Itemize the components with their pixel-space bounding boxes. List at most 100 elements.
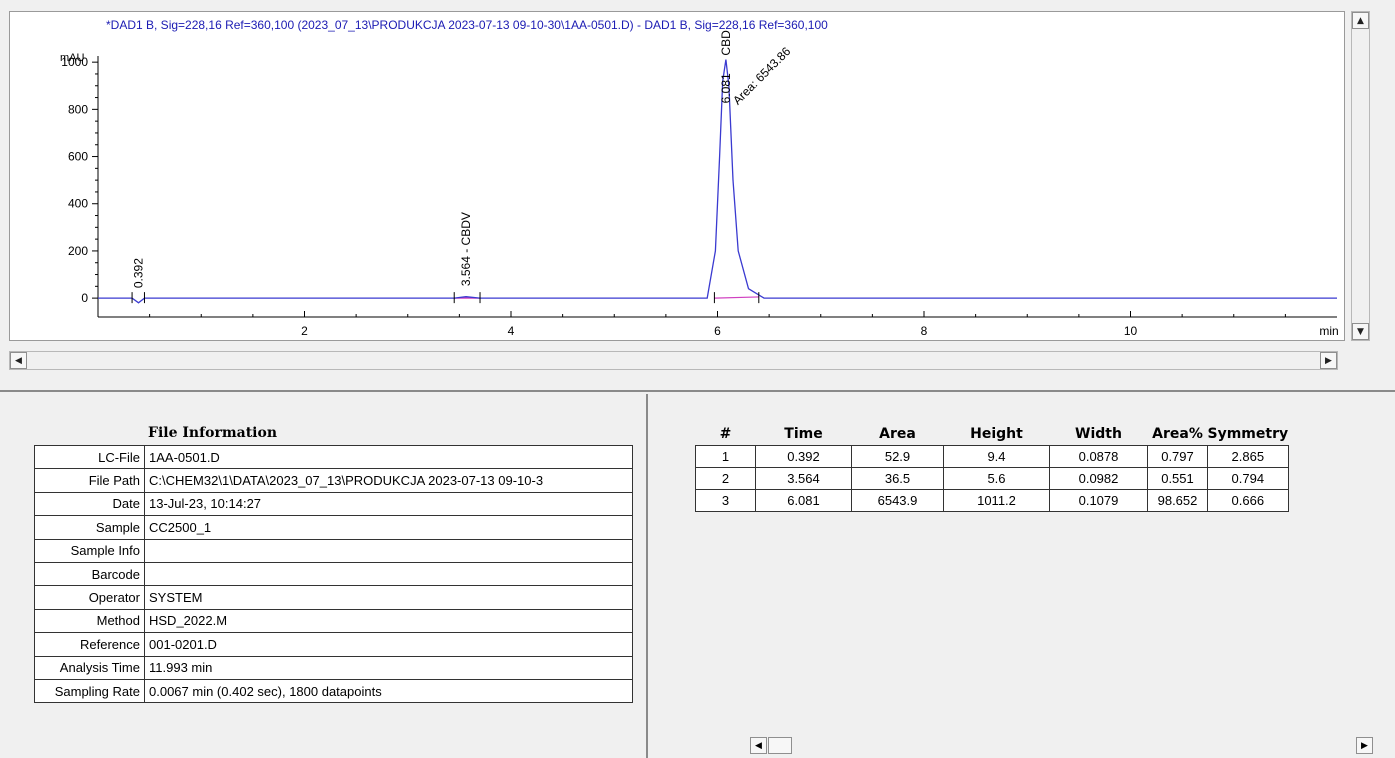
peak-cell: 3.564 (755, 466, 852, 490)
peak-table-panel: # Time Area Height Width Area% Symmetry 1 0.392… (650, 394, 1395, 758)
scroll-down-button[interactable]: ▼ (1352, 323, 1369, 340)
file-info-row: Analysis Time 11.993 min (34, 655, 633, 680)
file-info-value: 11.993 min (144, 655, 633, 680)
peak-column-header: Area% (1152, 426, 1203, 443)
file-info-key: Sample (34, 515, 145, 540)
peak-cell: 6.081 (755, 488, 852, 512)
file-info-value: 13-Jul-23, 10:14:27 (144, 491, 633, 517)
peak-cell: 9.4 (943, 444, 1050, 468)
file-info-value: CC2500_1 (144, 515, 633, 540)
peak-row[interactable]: 3 6.081 6543.9 1011.2 0.1079 98.652 0.666 (695, 488, 1289, 512)
peak-cell: 36.5 (851, 466, 944, 490)
peak-cell: 0.0878 (1049, 444, 1148, 468)
file-info-key: File Path (34, 468, 145, 493)
file-info-row: File Path C:\CHEM32\1\DATA\2023_07_13\PRO… (34, 468, 633, 493)
peak-column-header: Time (784, 426, 823, 443)
peak-cell: 3 (695, 488, 756, 512)
file-info-key: Analysis Time (34, 655, 145, 680)
file-info-row: Operator SYSTEM (34, 585, 633, 610)
table-scroll-thumb[interactable] (768, 737, 792, 754)
arrow-left-icon: ◀ (15, 355, 22, 366)
file-info-key: Sampling Rate (34, 678, 145, 704)
y-tick-label: 600 (68, 150, 88, 164)
file-information-panel: File Information LC-File 1AA-0501.D File P… (0, 394, 648, 758)
y-tick-label: 800 (68, 102, 88, 116)
arrow-left-icon: ◀ (755, 740, 762, 751)
file-info-title: File Information (148, 425, 278, 441)
x-tick-label: 2 (301, 324, 308, 338)
peak-column-header: # (719, 426, 732, 443)
arrow-up-icon: ▲ (1357, 15, 1364, 26)
x-tick-label: 8 (921, 324, 928, 338)
file-info-value (144, 538, 633, 563)
peak-column-header: Height (970, 426, 1023, 443)
peak-column-header: Symmetry (1207, 426, 1289, 443)
peak-cell: 0.392 (755, 444, 852, 468)
y-tick-label: 0 (81, 291, 88, 305)
signal-line (98, 59, 1337, 304)
vertical-scrollbar[interactable]: ▲ ▼ (1351, 11, 1370, 341)
scroll-up-button[interactable]: ▲ (1352, 12, 1369, 29)
file-info-value: 001-0201.D (144, 632, 633, 657)
file-info-value (144, 561, 633, 587)
x-axis-unit: min (1319, 324, 1338, 338)
x-tick-label: 10 (1124, 324, 1138, 338)
file-info-key: Operator (34, 585, 145, 610)
peak-cell: 0.1079 (1049, 488, 1148, 512)
arrow-right-icon: ▶ (1325, 355, 1332, 366)
peak-cell: 98.652 (1147, 488, 1208, 512)
scroll-right-button[interactable]: ▶ (1320, 352, 1337, 369)
file-info-row: Method HSD_2022.M (34, 608, 633, 634)
table-scroll-right-button[interactable]: ▶ (1356, 737, 1373, 754)
y-tick-label: 1000 (61, 55, 88, 69)
file-info-row: LC-File 1AA-0501.D (34, 444, 633, 470)
baseline-segment (714, 296, 759, 299)
peak-label-0392: 0.392 (131, 258, 145, 288)
chart-panel: *DAD1 B, Sig=228,16 Ref=360,100 (2023_07… (0, 0, 1395, 392)
peak-cell: 52.9 (851, 444, 944, 468)
peak-cell: 2 (695, 466, 756, 490)
file-info-key: LC-File (34, 444, 145, 470)
peak-table: # Time Area Height Width Area% Symmetry 1 0.392… (695, 424, 1289, 512)
file-info-row: Sample CC2500_1 (34, 515, 633, 540)
peak-row[interactable]: 2 3.564 36.5 5.6 0.0982 0.551 0.794 (695, 466, 1289, 490)
peak-label-cbd: CBD (719, 30, 733, 56)
peak-cell: 6543.9 (851, 488, 944, 512)
file-info-value: 1AA-0501.D (144, 444, 633, 470)
peak-cell: 2.865 (1207, 444, 1289, 468)
file-info-row: Barcode (34, 561, 633, 587)
file-info-key: Barcode (34, 561, 145, 587)
peak-cell: 0.0982 (1049, 466, 1148, 490)
x-tick-label: 6 (714, 324, 721, 338)
table-scroll-left-button[interactable]: ◀ (750, 737, 767, 754)
peak-cell: 0.794 (1207, 466, 1289, 490)
peak-cell: 0.797 (1147, 444, 1208, 468)
horizontal-scrollbar[interactable]: ◀ ▶ (9, 351, 1338, 370)
peak-label-area: Area: 6543.86 (730, 44, 793, 107)
arrow-right-icon: ▶ (1361, 740, 1368, 751)
file-info-row: Reference 001-0201.D (34, 632, 633, 657)
peak-cell: 1011.2 (943, 488, 1050, 512)
peak-column-header: Area (879, 426, 916, 443)
file-info-value: HSD_2022.M (144, 608, 633, 634)
file-info-row: Date 13-Jul-23, 10:14:27 (34, 491, 633, 517)
file-info-key: Date (34, 491, 145, 517)
chromatogram-chart: *DAD1 B, Sig=228,16 Ref=360,100 (2023_07… (9, 11, 1345, 341)
file-info-key: Reference (34, 632, 145, 657)
peak-label-cbdv: 3.564 - CBDV (459, 212, 473, 286)
peak-column-header: Width (1075, 426, 1122, 443)
peak-row[interactable]: 1 0.392 52.9 9.4 0.0878 0.797 2.865 (695, 444, 1289, 468)
arrow-down-icon: ▼ (1357, 326, 1364, 337)
file-info-row: Sample Info (34, 538, 633, 563)
file-info-key: Method (34, 608, 145, 634)
file-info-value: 0.0067 min (0.402 sec), 1800 datapoints (144, 678, 633, 704)
file-info-row: Sampling Rate 0.0067 min (0.402 sec), 180… (34, 678, 633, 704)
peak-cell: 0.666 (1207, 488, 1289, 512)
x-tick-label: 4 (508, 324, 515, 338)
file-info-value: SYSTEM (144, 585, 633, 610)
y-tick-label: 400 (68, 197, 88, 211)
scroll-left-button[interactable]: ◀ (10, 352, 27, 369)
file-info-key: Sample Info (34, 538, 145, 563)
chromatogram-plot: mAU020040060080010002 4 6 8 10 min0.392 3.564 … (60, 30, 1339, 338)
file-info-value: C:\CHEM32\1\DATA\2023_07_13\PRODUKCJA 20… (144, 468, 633, 493)
